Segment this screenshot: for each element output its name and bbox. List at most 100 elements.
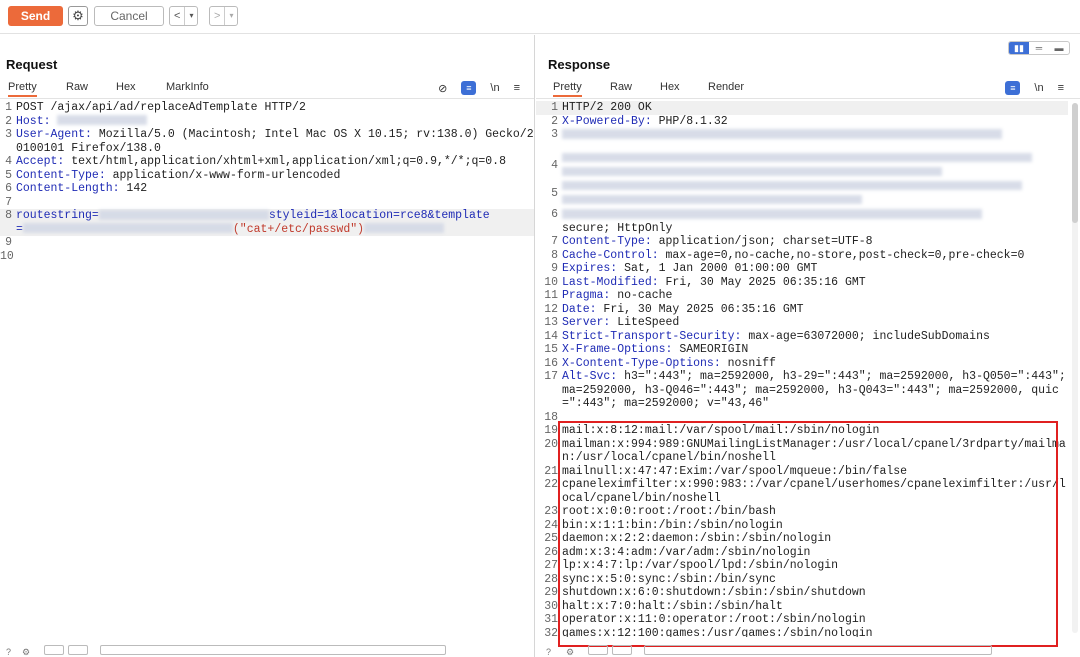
line-number: 8	[551, 248, 558, 262]
line-number: 8	[5, 209, 12, 222]
response-scrollbar[interactable]	[1072, 103, 1078, 633]
layout-columns-icon[interactable]: ▮▮	[1009, 42, 1029, 54]
line-number: 1	[551, 101, 558, 114]
hamburger-menu-icon[interactable]: ≡	[514, 82, 520, 94]
line-number: 12	[544, 302, 558, 316]
line-number: 3	[5, 128, 12, 141]
response-tab-raw[interactable]: Raw	[610, 81, 632, 93]
line-number: 9	[551, 262, 558, 275]
next-match-button[interactable]	[68, 645, 88, 655]
request-tab-hex[interactable]: Hex	[116, 81, 136, 93]
history-forward-group[interactable]: > ▾	[209, 6, 239, 26]
request-editor-actions: ⊘ ≡ \n ≡	[438, 79, 520, 97]
history-back-group[interactable]: < ▾	[169, 6, 199, 26]
header-key: Server:	[562, 316, 611, 329]
forward-menu-button[interactable]: ▾	[224, 7, 237, 25]
gear-icon[interactable]: ⚙	[68, 6, 88, 26]
header-value: Fri, 30 May 2025 06:35:16 GMT	[658, 275, 866, 289]
request-tabs: Pretty Raw Hex MarkInfo ⊘ ≡ \n ≡	[0, 79, 534, 99]
line-number: 15	[544, 343, 558, 356]
response-tab-render[interactable]: Render	[708, 81, 744, 93]
line-number: 4	[5, 155, 12, 168]
pretty-print-icon[interactable]: ≡	[461, 81, 477, 95]
response-line: 8 Cache-Control: max-age=0,no-cache,no-st…	[536, 249, 1068, 263]
forward-button[interactable]: >	[210, 7, 224, 25]
response-line: 16 X-Content-Type-Options: nosniff	[536, 357, 1068, 371]
layout-tabs-icon[interactable]: ▬	[1049, 42, 1069, 54]
help-icon[interactable]: ?	[546, 647, 551, 657]
response-line: 10 Last-Modified: Fri, 30 May 2025 06:35:…	[536, 276, 1068, 290]
highlight-box	[558, 421, 1058, 647]
response-line-redacted: 5	[536, 180, 1068, 208]
help-icon[interactable]: ?	[6, 647, 11, 657]
line-number: 2	[551, 114, 558, 128]
header-value: LiteSpeed	[610, 316, 680, 329]
request-panel: Request Pretty Raw Hex MarkInfo ⊘ ≡ \n ≡…	[0, 35, 535, 657]
request-title: Request	[6, 57, 58, 72]
header-key: X-Content-Type-Options:	[562, 356, 721, 370]
line-number: 5	[551, 187, 558, 200]
newline-toggle[interactable]: \n	[490, 82, 499, 94]
header-key: Pragma:	[562, 289, 611, 302]
line-number: 14	[544, 329, 558, 343]
response-tab-hex[interactable]: Hex	[660, 81, 680, 93]
pretty-print-icon[interactable]: ≡	[1005, 81, 1021, 95]
redacted-block	[562, 181, 1022, 191]
back-menu-button[interactable]: ▾	[184, 7, 197, 25]
header-key: Content-Length:	[16, 182, 120, 195]
response-line: 14 Strict-Transport-Security: max-age=630…	[536, 330, 1068, 344]
response-footer: ? ⚙	[536, 645, 1080, 657]
response-tab-pretty[interactable]: Pretty	[553, 81, 582, 97]
response-line: 15 X-Frame-Options: SAMEORIGIN	[536, 343, 1068, 357]
header-value: h3=":443"; ma=2592000, h3-29=":443"; ma=…	[562, 370, 1066, 410]
response-editor-actions: ≡ \n ≡	[1005, 79, 1064, 97]
redacted-block	[22, 223, 233, 234]
body-param-key: routestring=	[16, 209, 99, 222]
redacted-block	[98, 209, 269, 220]
header-key: X-Powered-By:	[562, 114, 652, 128]
response-line-redacted: 3	[536, 128, 1068, 152]
request-tab-markinfo[interactable]: MarkInfo	[166, 81, 209, 93]
header-value: Fri, 30 May 2025 06:35:16 GMT	[596, 302, 804, 316]
line-number: 11	[544, 289, 558, 302]
request-line: 6 Content-Length: 142	[0, 182, 534, 196]
hamburger-menu-icon[interactable]: ≡	[1058, 82, 1064, 94]
header-value: max-age=63072000; includeSubDomains	[741, 329, 990, 343]
response-search-input[interactable]	[644, 645, 992, 655]
layout-rows-icon[interactable]: ═	[1029, 42, 1049, 54]
redacted-block	[562, 166, 942, 176]
header-key: Content-Type:	[562, 235, 652, 248]
redacted-block	[364, 223, 445, 234]
cancel-button[interactable]: Cancel	[94, 6, 164, 26]
send-button[interactable]: Send	[8, 6, 63, 26]
header-value: no-cache	[610, 289, 673, 302]
next-match-button[interactable]	[612, 645, 632, 655]
response-scroll-thumb[interactable]	[1072, 103, 1078, 223]
line-number: 6	[5, 182, 12, 195]
request-line: 7	[0, 196, 534, 210]
prev-match-button[interactable]	[44, 645, 64, 655]
line-number: 4	[551, 159, 558, 172]
eye-slash-icon[interactable]: ⊘	[438, 82, 447, 95]
header-value: SAMEORIGIN	[672, 343, 749, 356]
redacted-block	[57, 115, 148, 126]
redacted-block	[562, 208, 982, 219]
prev-match-button[interactable]	[588, 645, 608, 655]
request-tab-raw[interactable]: Raw	[66, 81, 88, 93]
settings-icon[interactable]: ⚙	[566, 647, 574, 657]
header-key: Host:	[16, 114, 51, 128]
request-search-input[interactable]	[100, 645, 446, 655]
line-number: 10	[0, 249, 14, 263]
header-value: Mozilla/5.0 (Macintosh; Intel Mac OS X 1…	[16, 128, 534, 155]
response-line: 13 Server: LiteSpeed	[536, 316, 1068, 330]
request-tab-pretty[interactable]: Pretty	[8, 81, 37, 97]
settings-icon[interactable]: ⚙	[22, 647, 30, 657]
response-panel: ▮▮ ═ ▬ Response Pretty Raw Hex Render ≡ …	[536, 35, 1080, 657]
request-editor[interactable]: 1 POST /ajax/api/ad/replaceAdTemplate HT…	[0, 101, 534, 637]
response-tabs: Pretty Raw Hex Render ≡ \n ≡	[536, 79, 1080, 99]
layout-toggle[interactable]: ▮▮ ═ ▬	[1008, 41, 1070, 55]
response-line-text: HTTP/2 200 OK	[562, 101, 652, 114]
back-button[interactable]: <	[170, 7, 184, 25]
newline-toggle[interactable]: \n	[1034, 82, 1043, 94]
header-value: text/html,application/xhtml+xml,applicat…	[64, 155, 506, 168]
